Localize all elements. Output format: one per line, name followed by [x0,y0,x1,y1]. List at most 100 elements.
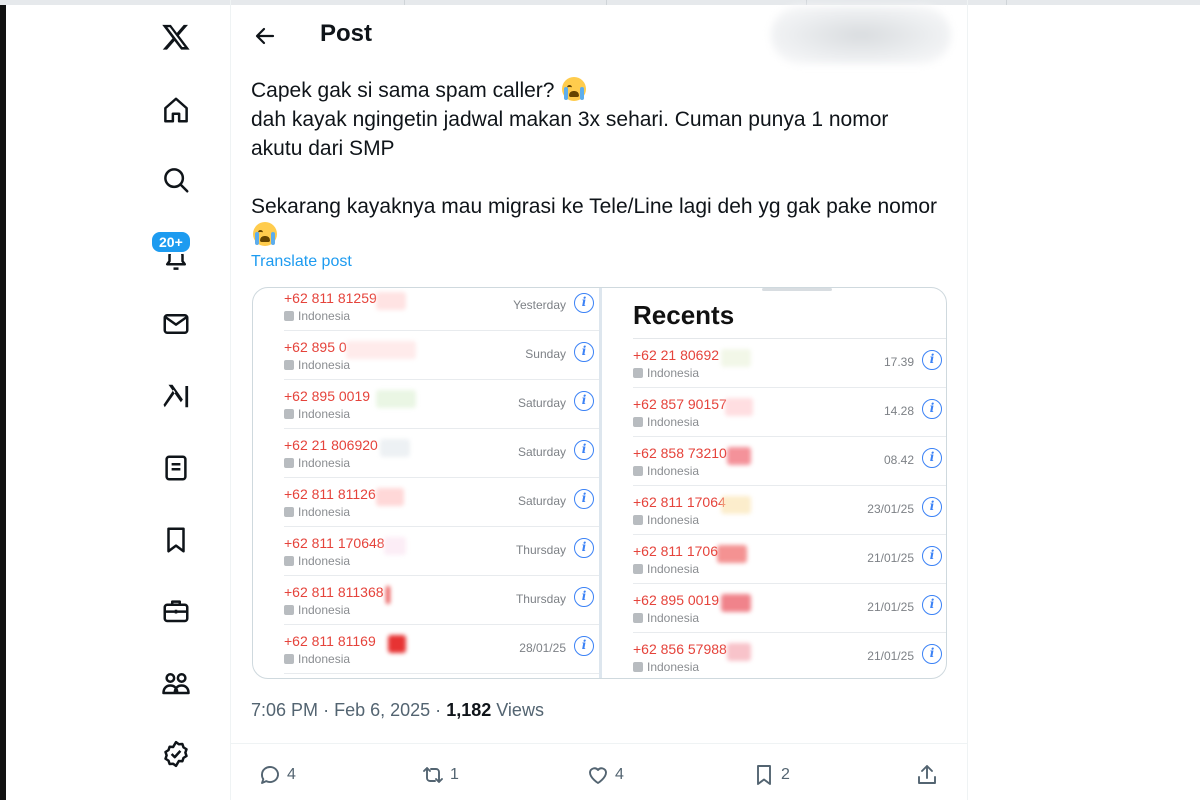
info-icon[interactable]: i [574,538,594,558]
info-icon[interactable]: i [574,636,594,656]
caller-location-label: Indonesia [298,358,351,372]
views-label: Views [496,700,544,720]
jobs-briefcase-icon[interactable] [154,589,198,633]
back-arrow-icon[interactable] [247,18,283,54]
info-icon[interactable]: i [922,350,942,370]
info-icon[interactable]: i [922,595,942,615]
call-time: 08.42 [883,453,914,467]
sim-icon [284,556,294,566]
caller-number: +62 811 1706 [633,543,718,559]
redaction-blur [388,635,406,653]
redaction-blur [721,496,751,514]
grok-icon[interactable] [154,374,198,418]
info-icon[interactable]: i [922,448,942,468]
call-log-row: +62 811 81259 Indonesia Yesterday i [284,288,600,331]
reply-icon [261,766,279,784]
share-button[interactable] [915,762,944,788]
caller-number: +62 811 17064 [633,494,726,510]
heart-icon [589,767,607,784]
messages-icon[interactable] [154,302,198,346]
sim-icon [633,368,643,378]
repost-icon [423,767,443,783]
info-icon[interactable]: i [574,342,594,362]
info-icon[interactable]: i [574,587,594,607]
call-time: 17.39 [883,355,914,369]
info-icon[interactable]: i [574,293,594,313]
like-button[interactable]: 4 [586,762,624,788]
caller-number: +62 811 81126 [284,486,376,502]
sim-icon [284,311,294,321]
info-icon[interactable]: i [922,644,942,664]
home-icon[interactable] [154,88,198,132]
call-log-row: +62 895 0019 Indonesia 21/01/25 i [633,584,946,633]
sim-icon [633,417,643,427]
info-icon[interactable]: i [574,440,594,460]
caller-location: Indonesia [633,366,699,380]
bookmark-count: 2 [781,766,790,783]
call-log-row: +62 811 81169 Indonesia 28/01/25 i [284,625,600,674]
caller-location: Indonesia [633,464,699,478]
repost-button[interactable]: 1 [421,762,459,788]
caller-number: +62 895 0019 [284,388,371,404]
caller-location-label: Indonesia [298,407,351,421]
call-log-row: +62 811 1706 Indonesia 21/01/25 i [633,535,946,584]
caller-location: Indonesia [284,554,350,568]
call-log-right: Recents +62 21 80692 Indonesia 17.39 i +62 8… [602,288,946,678]
caller-location: Indonesia [633,611,699,625]
info-icon[interactable]: i [574,391,594,411]
sim-icon [633,515,643,525]
caller-location-label: Indonesia [298,652,351,666]
info-icon[interactable]: i [922,497,942,517]
reply-button[interactable]: 4 [258,762,296,788]
post-header: Post [231,0,967,70]
info-icon[interactable]: i [922,546,942,566]
sim-icon [284,360,294,370]
call-log-row: +62 895 0 Indonesia Sunday i [284,331,600,380]
info-icon[interactable]: i [574,489,594,509]
sim-icon [284,605,294,615]
translate-post-link[interactable]: Translate post [251,253,352,271]
call-time: Saturday [517,494,566,508]
sidebar-nav: 20+ [140,0,210,800]
call-log-row: +62 21 80692 Indonesia 17.39 i [633,339,946,388]
caller-location-label: Indonesia [298,456,351,470]
communities-icon[interactable] [154,661,198,705]
post-date[interactable]: Feb 6, 2025 [334,700,430,720]
caller-location: Indonesia [633,562,699,576]
call-time: 21/01/25 [867,649,914,663]
redaction-blur [376,390,416,408]
call-time: Thursday [515,543,566,557]
call-time: Saturday [517,396,566,410]
x-logo-icon[interactable] [154,15,198,59]
verified-icon[interactable] [154,732,198,776]
info-icon[interactable]: i [922,399,942,419]
bookmark-button[interactable]: 2 [752,762,790,788]
caller-location-label: Indonesia [647,366,700,380]
sim-icon [284,458,294,468]
sim-icon [633,613,643,623]
bookmarks-icon[interactable] [154,518,198,562]
redaction-blur [386,586,390,604]
repost-count: 1 [450,766,459,783]
sim-icon [284,507,294,517]
page-title: Post [320,20,373,47]
post-column: Post Capek gak si sama spam caller? dah … [230,0,968,800]
caller-location-label: Indonesia [298,554,351,568]
notifications-badge: 20+ [150,230,192,254]
caller-number: +62 811 170648 [284,535,385,551]
search-icon[interactable] [154,158,198,202]
post-text-line: Sekarang kayaknya mau migrasi ke Tele/Li… [251,195,938,218]
sim-icon [633,662,643,672]
caller-location-label: Indonesia [647,415,700,429]
caller-location: Indonesia [633,660,699,674]
redaction-blur [384,537,406,555]
share-icon [918,765,936,784]
post-image[interactable]: +62 811 81259 Indonesia Yesterday i +62 895 … [252,287,947,679]
call-log-left: +62 811 81259 Indonesia Yesterday i +62 895 … [253,288,600,678]
post-time[interactable]: 7:06 PM [251,700,318,720]
crying-face-emoji [562,77,587,101]
call-time: 14.28 [883,404,914,418]
lists-icon[interactable] [154,446,198,490]
like-count: 4 [615,766,624,783]
sim-icon [633,564,643,574]
